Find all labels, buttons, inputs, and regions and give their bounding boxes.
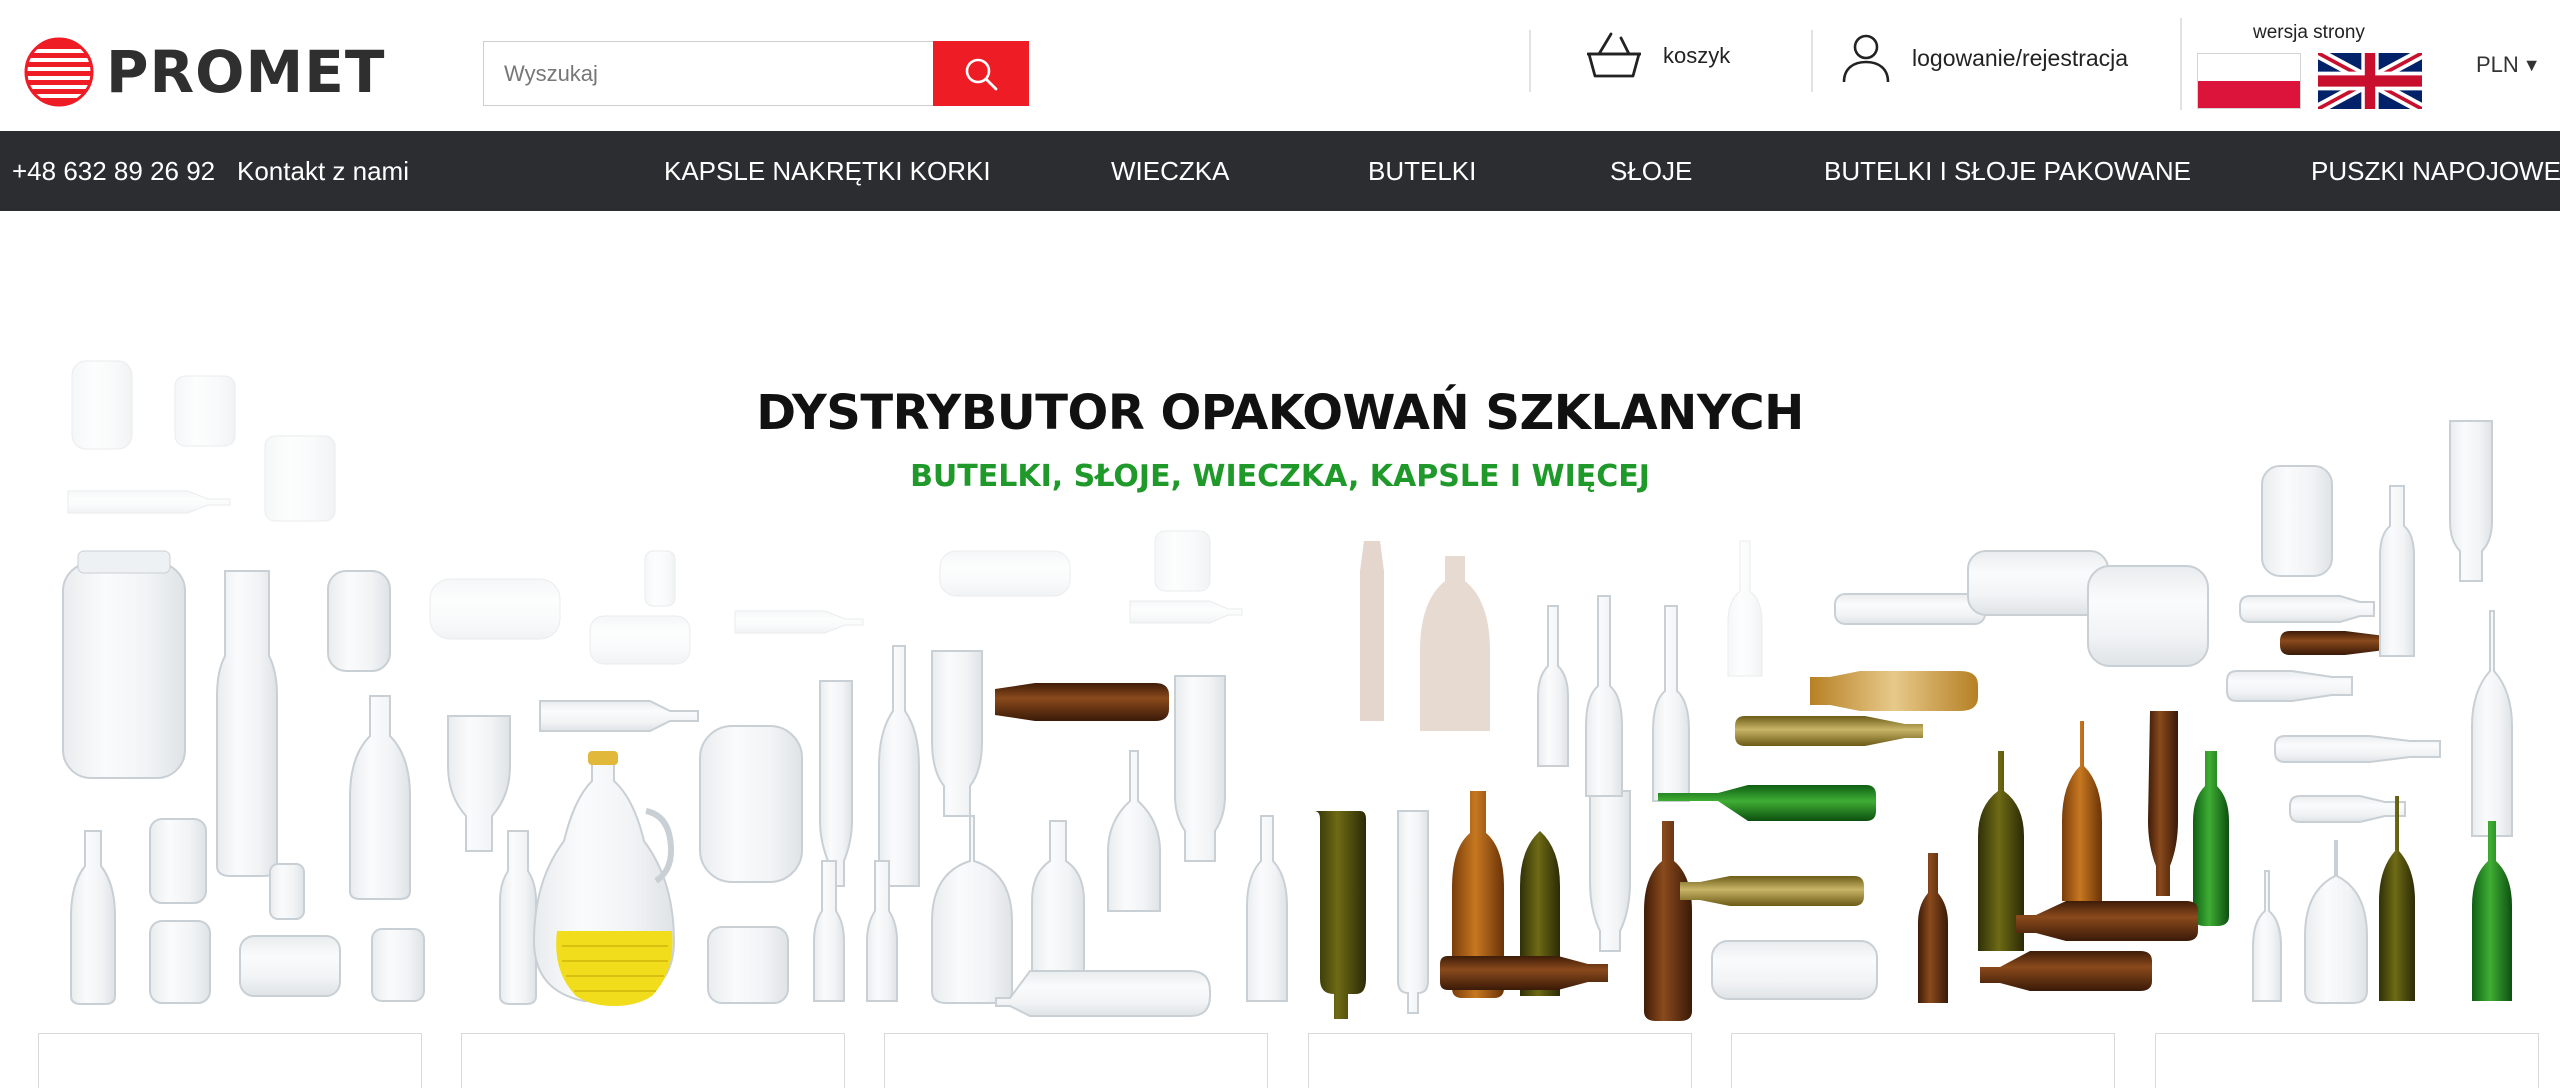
caret-down-icon: ▼ — [2522, 54, 2541, 75]
uk-flag-icon[interactable] — [2318, 53, 2422, 109]
nav-item-butelki-sloje-pakowane[interactable]: BUTELKI I SŁOJE PAKOWANE — [1824, 131, 2191, 211]
main-navigation: +48 632 89 26 92 Kontakt z nami KAPSLE N… — [0, 131, 2560, 211]
logo[interactable]: PROMET — [24, 37, 386, 107]
currency-selector[interactable]: PLN ▼ — [2476, 52, 2541, 78]
cart-link[interactable]: koszyk — [1585, 30, 1730, 82]
category-card[interactable] — [1308, 1033, 1692, 1088]
hero-title: DYSTRYBUTOR OPAKOWAŃ SZKLANYCH — [756, 385, 1804, 441]
category-cards — [0, 1033, 2560, 1088]
phone-link[interactable]: +48 632 89 26 92 — [12, 131, 215, 211]
site-version-label: wersja strony — [2253, 22, 2365, 43]
account-link[interactable]: logowanie/rejestracja — [1840, 32, 2128, 84]
hero-subtitle: BUTELKI, SŁOJE, WIECZKA, KAPSLE I WIĘCEJ — [910, 459, 1650, 494]
category-card[interactable] — [884, 1033, 1268, 1088]
glass-bottles-image — [62, 360, 2513, 1021]
category-card[interactable] — [2155, 1033, 2539, 1088]
search-button[interactable] — [933, 41, 1029, 106]
category-card[interactable] — [1731, 1033, 2115, 1088]
category-card[interactable] — [38, 1033, 422, 1088]
contact-link[interactable]: Kontakt z nami — [237, 131, 409, 211]
nav-item-wieczka[interactable]: WIECZKA — [1111, 131, 1229, 211]
cart-basket-icon — [1587, 32, 1641, 78]
hero-banner: DYSTRYBUTOR OPAKOWAŃ SZKLANYCH BUTELKI, … — [0, 211, 2560, 1031]
search-icon — [965, 58, 998, 90]
nav-item-puszki[interactable]: PUSZKI NAPOJOWE — [2311, 131, 2560, 211]
header-divider — [1529, 30, 1531, 92]
cart-label: koszyk — [1663, 43, 1731, 68]
category-card[interactable] — [461, 1033, 845, 1088]
account-label: logowanie/rejestracja — [1912, 44, 2129, 71]
site-header: PROMET koszyk logowanie/rejestracja wers… — [0, 0, 2560, 131]
user-icon — [1842, 34, 1890, 83]
search-bar — [483, 41, 1029, 106]
polish-flag-icon[interactable] — [2197, 53, 2301, 109]
currency-value: PLN — [2476, 52, 2519, 77]
header-divider — [2180, 18, 2182, 110]
search-input[interactable] — [483, 41, 933, 106]
nav-item-butelki[interactable]: BUTELKI — [1368, 131, 1476, 211]
nav-item-kapsle[interactable]: KAPSLE NAKRĘTKI KORKI — [664, 131, 991, 211]
nav-item-sloje[interactable]: SŁOJE — [1610, 131, 1692, 211]
header-divider — [1811, 30, 1813, 92]
promet-logo-icon — [24, 37, 94, 107]
logo-text: PROMET — [106, 38, 386, 106]
